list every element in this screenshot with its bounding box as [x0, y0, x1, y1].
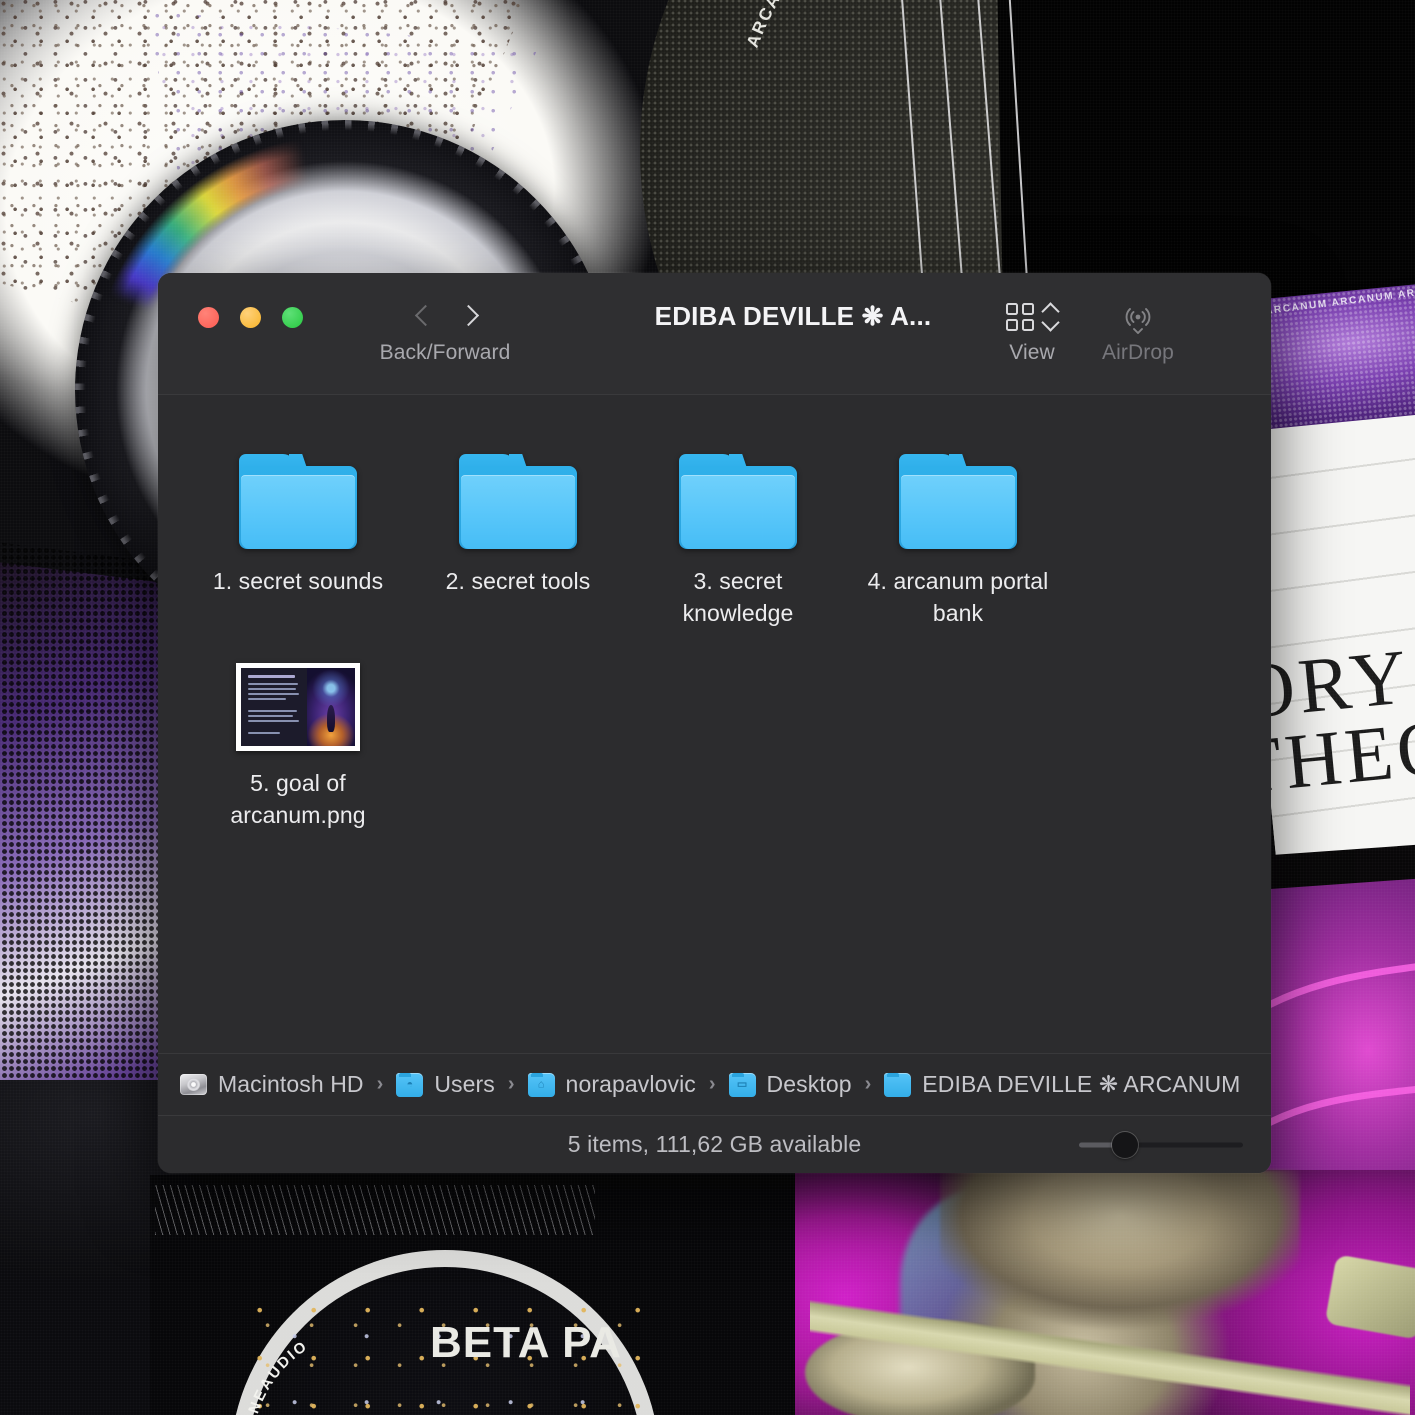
wallpaper-poster-title: BETA PA — [430, 1318, 690, 1378]
slider-track[interactable] — [1079, 1142, 1243, 1147]
breadcrumb-item-desktop[interactable]: ▭ Desktop — [729, 1071, 852, 1098]
window-controls — [198, 307, 303, 328]
file-item[interactable]: 4. arcanum portal bank — [848, 427, 1068, 629]
thumbnail-artwork — [307, 668, 355, 746]
breadcrumb-item-current-folder[interactable]: EDIBA DEVILLE ❋ ARCANUM — [884, 1071, 1240, 1098]
folder-icon — [899, 454, 1017, 549]
file-icon-wrap — [196, 635, 400, 751]
folder-icon — [884, 1073, 911, 1097]
airdrop-button[interactable]: AirDrop — [1078, 295, 1198, 365]
up-down-chevron-icon[interactable] — [1042, 302, 1058, 332]
breadcrumb-separator: › — [709, 1073, 716, 1096]
breadcrumb-separator: › — [865, 1073, 872, 1096]
breadcrumb-separator: › — [508, 1073, 515, 1096]
svg-text:ARCANEAUDIO: ARCANEAUDIO — [240, 1337, 311, 1415]
finder-window: Back/Forward EDIBA DEVILLE ❋ A... View — [158, 273, 1271, 1173]
desktop-glyph: ▭ — [737, 1080, 747, 1091]
file-icon-wrap — [416, 433, 620, 549]
airdrop-icon — [1121, 300, 1155, 334]
minimize-button[interactable] — [240, 307, 261, 328]
file-icon-wrap — [636, 433, 840, 549]
file-label: 5. goal of arcanum.png — [196, 767, 400, 831]
breadcrumb-item-macintosh-hd[interactable]: Macintosh HD — [180, 1071, 364, 1098]
breadcrumb-item-norapavlovic[interactable]: ⌂ norapavlovic — [528, 1071, 696, 1098]
wallpaper-theory-text: ORY THEO — [1249, 627, 1415, 854]
home-glyph: ⌂ — [538, 1080, 545, 1091]
zoom-button[interactable] — [282, 307, 303, 328]
desktop-folder-icon: ▭ — [729, 1073, 756, 1097]
folder-icon — [239, 454, 357, 549]
file-item[interactable]: 1. secret sounds — [188, 427, 408, 629]
hard-drive-icon — [180, 1074, 207, 1095]
file-item[interactable]: 5. goal of arcanum.png — [188, 629, 408, 831]
view-button[interactable]: View — [976, 295, 1088, 365]
file-icon-wrap — [196, 433, 400, 549]
finder-toolbar: Back/Forward EDIBA DEVILLE ❋ A... View — [158, 273, 1271, 395]
file-item[interactable]: 3. secret knowledge — [628, 427, 848, 629]
file-label: 1. secret sounds — [196, 565, 400, 597]
breadcrumb-label: Macintosh HD — [218, 1071, 364, 1098]
airdrop-label: AirDrop — [1078, 341, 1198, 365]
view-label: View — [976, 341, 1088, 365]
status-text: 5 items, 111,62 GB available — [568, 1131, 861, 1158]
airdrop-icon-wrap — [1078, 295, 1198, 339]
chevron-left-icon[interactable] — [416, 304, 431, 330]
back-forward-label: Back/Forward — [370, 341, 520, 365]
nav-arrows — [370, 295, 520, 339]
folder-icon — [459, 454, 577, 549]
view-icons — [976, 295, 1088, 339]
file-item[interactable]: 2. secret tools — [408, 427, 628, 629]
file-icon-wrap — [856, 433, 1060, 549]
slider-knob[interactable] — [1112, 1132, 1138, 1158]
wallpaper-poster-scratches — [155, 1185, 595, 1235]
file-icon-grid: 1. secret sounds 2. secret tools 3. secr… — [158, 395, 1271, 1053]
wallpaper-guitar-neck — [810, 1300, 1410, 1415]
wallpaper-arcaneaudio-text: ARCANEAUDIO — [240, 1320, 440, 1415]
breadcrumb-label: EDIBA DEVILLE ❋ ARCANUM — [922, 1071, 1240, 1098]
back-forward-group: Back/Forward — [370, 295, 520, 365]
breadcrumb-item-users[interactable]: ◓ Users — [396, 1071, 495, 1098]
thumbnail-text-lines — [241, 668, 307, 746]
path-bar: Macintosh HD › ◓ Users › ⌂ norapavlovic … — [158, 1053, 1271, 1115]
breadcrumb-label: Users — [434, 1071, 495, 1098]
window-title: EDIBA DEVILLE ❋ A... — [613, 301, 973, 332]
breadcrumb-label: Desktop — [767, 1071, 852, 1098]
file-label: 2. secret tools — [416, 565, 620, 597]
image-thumbnail-icon — [236, 663, 360, 751]
arcaneaudio-value: ARCANEAUDIO — [240, 1337, 311, 1415]
more-icon-wrap — [1238, 295, 1271, 339]
grid-view-icon — [1006, 303, 1034, 331]
users-glyph: ◓ — [406, 1080, 413, 1091]
file-label: 3. secret knowledge — [636, 565, 840, 629]
more-toolbar-items-button[interactable] — [1238, 295, 1271, 341]
breadcrumb-label: norapavlovic — [566, 1071, 696, 1098]
close-button[interactable] — [198, 307, 219, 328]
chevron-right-icon[interactable] — [459, 304, 474, 330]
home-folder-icon: ⌂ — [528, 1073, 555, 1097]
users-folder-icon: ◓ — [396, 1073, 423, 1097]
icon-size-slider[interactable] — [1079, 1132, 1243, 1158]
status-bar: 5 items, 111,62 GB available — [158, 1115, 1271, 1173]
folder-icon — [679, 454, 797, 549]
breadcrumb-separator: › — [377, 1073, 384, 1096]
file-label: 4. arcanum portal bank — [856, 565, 1060, 629]
